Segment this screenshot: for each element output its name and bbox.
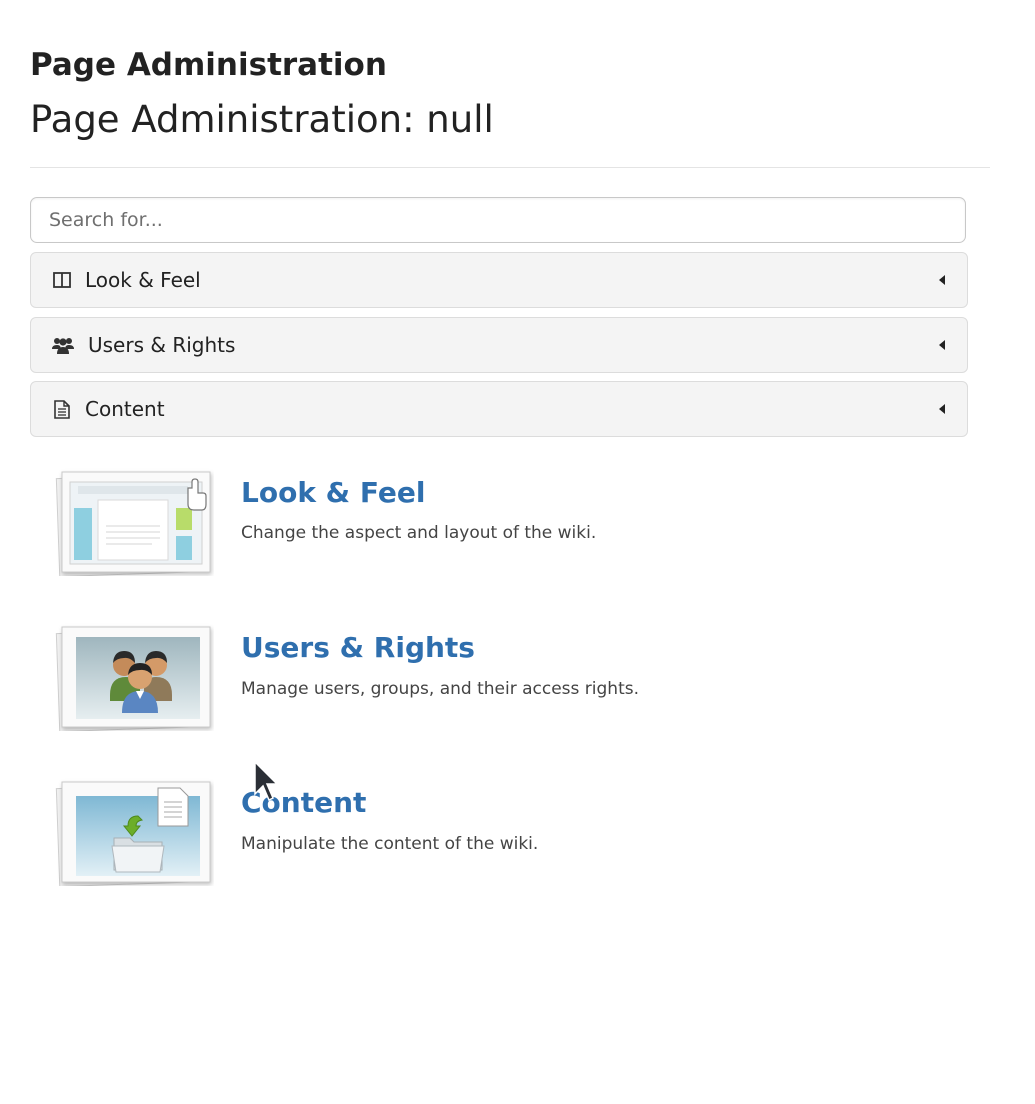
layout-thumbnail-icon[interactable]	[52, 466, 214, 576]
mouse-pointer-icon	[254, 760, 279, 802]
content-thumbnail-icon[interactable]	[52, 776, 214, 886]
category-users-and-rights: Users & Rights Manage users, groups, and…	[52, 621, 952, 751]
search-input[interactable]	[30, 197, 966, 243]
panel-label: Content	[85, 397, 165, 421]
users-thumbnail-icon[interactable]	[52, 621, 214, 731]
page-title: Page Administration	[30, 47, 387, 83]
panel-label: Look & Feel	[85, 268, 201, 292]
panel-content[interactable]: Content	[30, 381, 968, 437]
panel-users-and-rights[interactable]: Users & Rights	[30, 317, 968, 373]
content-description: Manipulate the content of the wiki.	[241, 834, 539, 854]
panel-look-and-feel[interactable]: Look & Feel	[30, 252, 968, 308]
category-look-and-feel: Look & Feel Change the aspect and layout…	[52, 466, 952, 596]
document-icon	[51, 398, 73, 420]
users-and-rights-description: Manage users, groups, and their access r…	[241, 679, 640, 699]
caret-left-icon	[939, 404, 945, 414]
look-and-feel-description: Change the aspect and layout of the wiki…	[241, 523, 597, 543]
page-subtitle: Page Administration: null	[30, 98, 494, 141]
panel-label: Users & Rights	[88, 333, 236, 357]
users-icon	[51, 334, 75, 356]
columns-icon	[51, 269, 73, 291]
users-and-rights-link[interactable]: Users & Rights	[241, 631, 475, 664]
category-content: Content Manipulate the content of the wi…	[52, 776, 952, 906]
look-and-feel-link[interactable]: Look & Feel	[241, 476, 425, 509]
caret-left-icon	[939, 275, 945, 285]
header-divider	[30, 167, 990, 168]
caret-left-icon	[939, 340, 945, 350]
